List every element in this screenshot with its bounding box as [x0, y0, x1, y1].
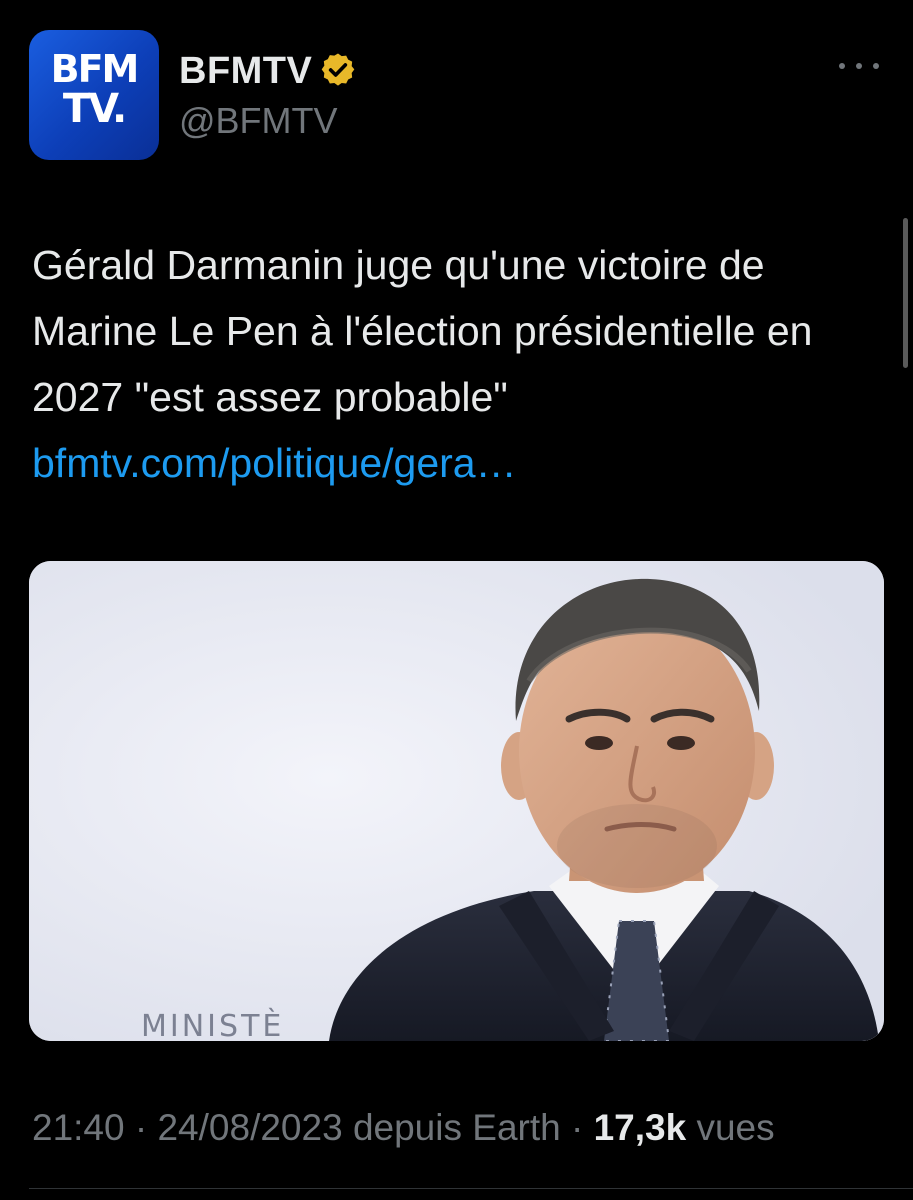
avatar-logo-line1: BFM	[50, 47, 140, 91]
divider	[29, 1188, 913, 1189]
tweet-page: BFM TV. BFMTV @BFMTV Gérald Darmanin jug…	[0, 0, 913, 1200]
tweet-time[interactable]: 21:40	[32, 1107, 125, 1148]
tweet-body: Gérald Darmanin juge qu'une victoire de …	[32, 232, 892, 496]
avatar-logo-line2: TV.	[62, 86, 127, 132]
tweet-link[interactable]: bfmtv.com/politique/gera…	[32, 430, 892, 496]
tweet-photo[interactable]: MINISTÈ	[29, 561, 884, 1041]
meta-separator: ·	[560, 1107, 594, 1148]
more-options-icon[interactable]	[839, 58, 879, 74]
tweet-meta: 21:40 · 24/08/2023 depuis Earth · 17,3k …	[32, 1107, 775, 1149]
portrait-illustration: MINISTÈ	[29, 561, 884, 1041]
display-name[interactable]: BFMTV	[179, 50, 312, 93]
account-names[interactable]: BFMTV @BFMTV	[179, 48, 358, 142]
dot-icon	[839, 63, 845, 69]
dot-icon	[873, 63, 879, 69]
photo-sign-text: MINISTÈ	[141, 1008, 284, 1041]
meta-separator: ·	[124, 1107, 158, 1148]
tweet-source: depuis Earth	[342, 1107, 561, 1148]
handle[interactable]: @BFMTV	[179, 100, 358, 142]
scrollbar[interactable]	[903, 218, 908, 368]
views-label: vues	[686, 1107, 775, 1148]
tweet-date[interactable]: 24/08/2023	[157, 1107, 342, 1148]
tweet-header: BFM TV. BFMTV @BFMTV	[29, 30, 883, 160]
avatar[interactable]: BFM TV.	[29, 30, 159, 160]
views-count[interactable]: 17,3k	[594, 1107, 687, 1148]
display-name-row: BFMTV	[179, 48, 358, 94]
verified-badge-icon	[322, 53, 355, 86]
avatar-logo: BFM TV.	[29, 47, 159, 132]
tweet-text: Gérald Darmanin juge qu'une victoire de …	[32, 242, 813, 420]
dot-icon	[856, 63, 862, 69]
